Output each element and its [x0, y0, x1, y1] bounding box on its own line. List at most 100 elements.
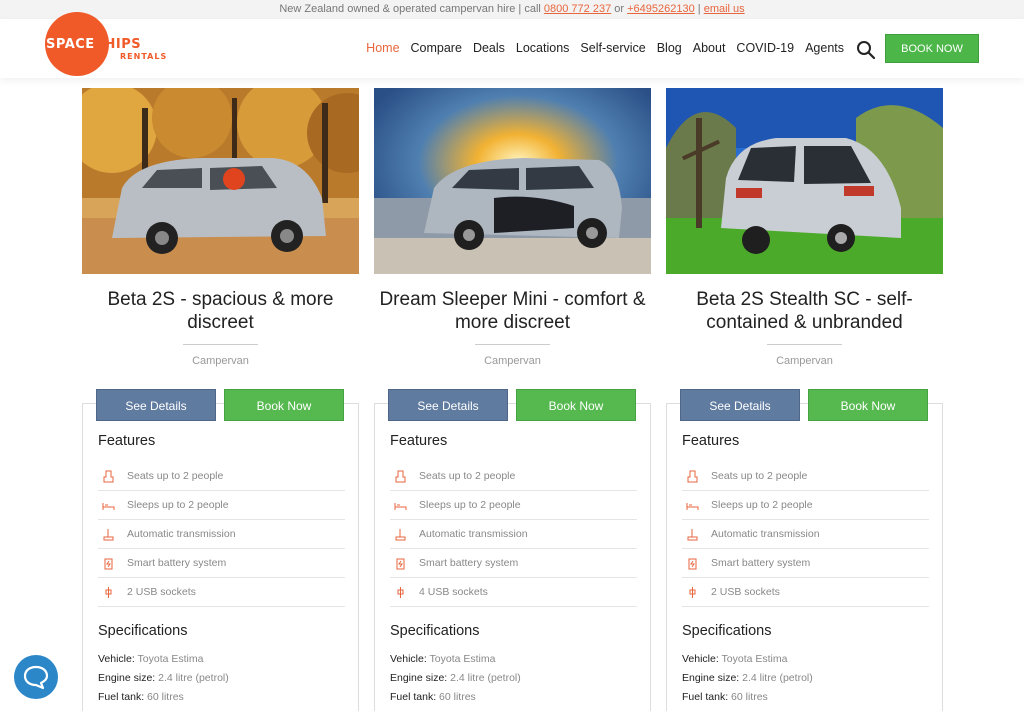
book-now-button[interactable]: Book Now [808, 389, 928, 421]
gear-shift-icon [103, 529, 114, 541]
topbar-sep: | [697, 3, 701, 15]
logo-word-space: SPACE [46, 37, 95, 52]
phone-link-2[interactable]: +6495262130 [627, 3, 695, 15]
specifications-heading: Specifications [98, 623, 188, 639]
main-nav: Home Compare Deals Locations Self-servic… [355, 41, 844, 55]
nav-deals[interactable]: Deals [473, 41, 505, 55]
logo-wordmark[interactable]: SPACESHIPS [46, 38, 141, 51]
feature-item: Sleeps up to 2 people [682, 491, 929, 520]
divider [183, 344, 258, 345]
vehicle-title[interactable]: Beta 2S - spacious & more discreet [82, 288, 359, 334]
feature-item: Automatic transmission [682, 520, 929, 549]
spec-row: Engine size: 2.4 litre (petrol) [98, 672, 229, 684]
nav-locations[interactable]: Locations [516, 41, 570, 55]
feature-text: Sleeps up to 2 people [127, 499, 229, 511]
vehicle-type: Campervan [484, 355, 541, 367]
nav-blog[interactable]: Blog [657, 41, 682, 55]
book-now-button[interactable]: Book Now [516, 389, 636, 421]
search-icon[interactable] [856, 40, 876, 60]
vehicle-photo[interactable] [82, 88, 359, 274]
vehicle-photo[interactable] [666, 88, 943, 274]
vehicle-type: Campervan [192, 355, 249, 367]
feature-text: Sleeps up to 2 people [711, 499, 813, 511]
spec-row: Vehicle: Toyota Estima [98, 653, 204, 665]
feature-item: Smart battery system [98, 549, 345, 578]
nav-compare[interactable]: Compare [411, 41, 462, 55]
email-link[interactable]: email us [704, 3, 745, 15]
feature-item: Sleeps up to 2 people [98, 491, 345, 520]
feature-text: Smart battery system [419, 557, 519, 569]
see-details-button[interactable]: See Details [388, 389, 508, 421]
feature-item: 4 USB sockets [390, 578, 637, 607]
gear-shift-icon [687, 529, 698, 541]
specifications-heading: Specifications [682, 623, 772, 639]
phone-link-1[interactable]: 0800 772 237 [544, 3, 611, 15]
vehicle-title[interactable]: Beta 2S Stealth SC - self-contained & un… [666, 288, 943, 334]
feature-text: 2 USB sockets [127, 586, 196, 598]
feature-text: Automatic transmission [127, 528, 236, 540]
nav-agents[interactable]: Agents [805, 41, 844, 55]
features-heading: Features [390, 433, 448, 449]
logo-subtitle: RENTALS [120, 52, 168, 61]
features-box: Features Seats up to 2 people Sleeps up … [666, 403, 943, 711]
feature-text: Seats up to 2 people [419, 470, 516, 482]
see-details-button[interactable]: See Details [680, 389, 800, 421]
spec-row: Fuel tank: 60 litres [98, 691, 184, 703]
features-box: Features Seats up to 2 people Sleeps up … [82, 403, 359, 711]
battery-icon [688, 558, 697, 570]
feature-text: Automatic transmission [419, 528, 528, 540]
header-book-now-button[interactable]: BOOK NOW [885, 34, 979, 63]
feature-item: Automatic transmission [390, 520, 637, 549]
topbar-text: New Zealand owned & operated campervan h… [279, 3, 541, 15]
vehicle-photo[interactable] [374, 88, 651, 274]
nav-home[interactable]: Home [366, 41, 399, 55]
vehicle-title[interactable]: Dream Sleeper Mini - comfort & more disc… [374, 288, 651, 334]
feature-item: 2 USB sockets [682, 578, 929, 607]
book-now-button[interactable]: Book Now [224, 389, 344, 421]
seat-icon [103, 470, 114, 483]
topbar-or: or [614, 3, 625, 15]
seat-icon [395, 470, 406, 483]
nav-about[interactable]: About [693, 41, 726, 55]
see-details-button[interactable]: See Details [96, 389, 216, 421]
feature-text: Smart battery system [711, 557, 811, 569]
spec-row: Engine size: 2.4 litre (petrol) [390, 672, 521, 684]
gear-shift-icon [395, 529, 406, 541]
feature-text: Sleeps up to 2 people [419, 499, 521, 511]
feature-text: Smart battery system [127, 557, 227, 569]
logo-word-ships: SHIPS [94, 37, 142, 52]
site-header: SPACESHIPS RENTALS Home Compare Deals Lo… [0, 12, 1024, 78]
battery-icon [396, 558, 405, 570]
top-info-bar: New Zealand owned & operated campervan h… [0, 0, 1024, 19]
feature-text: Seats up to 2 people [127, 470, 224, 482]
feature-item: Automatic transmission [98, 520, 345, 549]
divider [475, 344, 550, 345]
bed-icon [686, 503, 699, 510]
vehicle-type: Campervan [776, 355, 833, 367]
feature-text: Automatic transmission [711, 528, 820, 540]
features-box: Features Seats up to 2 people Sleeps up … [374, 403, 651, 711]
spec-row: Engine size: 2.4 litre (petrol) [682, 672, 813, 684]
chat-widget-button[interactable] [14, 655, 58, 699]
feature-item: Smart battery system [682, 549, 929, 578]
feature-item: Smart battery system [390, 549, 637, 578]
spec-row: Vehicle: Toyota Estima [682, 653, 788, 665]
spec-row: Fuel tank: 60 litres [390, 691, 476, 703]
features-heading: Features [98, 433, 156, 449]
divider [767, 344, 842, 345]
battery-icon [104, 558, 113, 570]
feature-text: Seats up to 2 people [711, 470, 808, 482]
feature-text: 4 USB sockets [419, 586, 488, 598]
feature-item: 2 USB sockets [98, 578, 345, 607]
spec-row: Fuel tank: 60 litres [682, 691, 768, 703]
seat-icon [687, 470, 698, 483]
features-heading: Features [682, 433, 740, 449]
nav-self-service[interactable]: Self-service [580, 41, 645, 55]
spec-row: Vehicle: Toyota Estima [390, 653, 496, 665]
nav-covid[interactable]: COVID-19 [736, 41, 794, 55]
feature-item: Seats up to 2 people [98, 462, 345, 491]
feature-item: Sleeps up to 2 people [390, 491, 637, 520]
usb-icon [105, 587, 112, 598]
feature-item: Seats up to 2 people [682, 462, 929, 491]
bed-icon [102, 503, 115, 510]
